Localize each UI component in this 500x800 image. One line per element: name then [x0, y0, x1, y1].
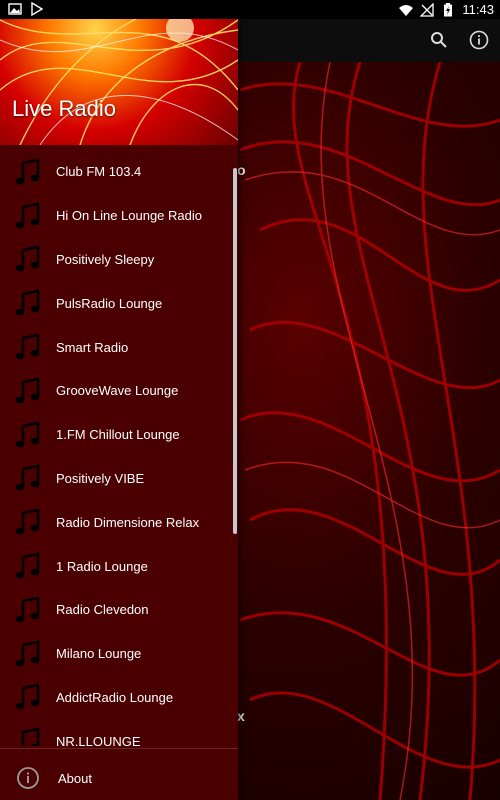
station-item[interactable]: Radio Clevedon: [0, 588, 238, 632]
station-item[interactable]: Positively Sleepy: [0, 238, 238, 282]
station-list[interactable]: Club FM 103.4 Hi On Line Lounge Radio Posi…: [0, 150, 238, 746]
music-note-icon: [14, 158, 42, 186]
station-item[interactable]: Smart Radio: [0, 325, 238, 369]
station-label: Smart Radio: [56, 339, 129, 355]
station-label: Milano Lounge: [56, 646, 142, 662]
music-note-icon: [14, 464, 42, 492]
station-label: Hi On Line Lounge Radio: [56, 208, 202, 224]
info-button[interactable]: [468, 29, 490, 51]
header-artwork: [0, 0, 238, 145]
image-icon: [8, 3, 22, 15]
music-note-icon: [14, 683, 42, 711]
music-note-icon: [14, 333, 42, 361]
music-note-icon: [14, 289, 42, 317]
search-button[interactable]: [428, 29, 450, 51]
music-note-icon: [14, 508, 42, 536]
station-label: GrooveWave Lounge: [56, 383, 179, 399]
navigation-drawer: Live Radio Club FM 103.4 Hi On Line Loung…: [0, 0, 238, 800]
station-item[interactable]: Radio Dimensione Relax: [0, 500, 238, 544]
drawer-divider: [0, 748, 238, 749]
signal-off-icon: [420, 2, 435, 17]
drawer-header: Live Radio: [0, 0, 238, 145]
music-note-icon: [14, 245, 42, 273]
station-label: Radio Clevedon: [56, 602, 149, 618]
station-item[interactable]: AddictRadio Lounge: [0, 676, 238, 720]
station-item[interactable]: Positively VIBE: [0, 457, 238, 501]
station-label: 1 Radio Lounge: [56, 558, 148, 574]
background-glyph-o: o: [237, 162, 246, 178]
station-label: 1.FM Chillout Lounge: [56, 427, 180, 443]
station-item[interactable]: Milano Lounge: [0, 632, 238, 676]
music-note-icon: [14, 377, 42, 405]
status-bar: 11:43: [0, 0, 500, 19]
play-store-icon: [31, 2, 44, 16]
about-menu-item[interactable]: About: [0, 756, 238, 800]
station-item[interactable]: Club FM 103.4: [0, 150, 238, 194]
station-list-scrollbar[interactable]: [233, 168, 237, 534]
status-time: 11:43: [462, 2, 494, 17]
station-item[interactable]: 1.FM Chillout Lounge: [0, 413, 238, 457]
music-note-icon: [14, 552, 42, 580]
station-label: Radio Dimensione Relax: [56, 514, 200, 530]
music-note-icon: [14, 727, 42, 746]
wifi-icon: [399, 4, 414, 16]
station-label: Positively VIBE: [56, 470, 145, 486]
station-label: NR.LLOUNGE: [56, 733, 141, 746]
music-note-icon: [14, 202, 42, 230]
music-note-icon: [14, 421, 42, 449]
search-icon: [431, 32, 447, 48]
background-glyph-x: x: [237, 708, 245, 724]
station-label: PulsRadio Lounge: [56, 295, 163, 311]
station-item[interactable]: 1 Radio Lounge: [0, 544, 238, 588]
station-item[interactable]: Hi On Line Lounge Radio: [0, 194, 238, 238]
music-note-icon: [14, 596, 42, 624]
station-item[interactable]: PulsRadio Lounge: [0, 281, 238, 325]
drawer-title: Live Radio: [12, 96, 116, 121]
info-icon: [469, 30, 489, 50]
station-label: AddictRadio Lounge: [56, 689, 174, 705]
station-label: Club FM 103.4: [56, 164, 142, 180]
station-label: Positively Sleepy: [56, 251, 155, 267]
battery-charging-icon: [444, 2, 453, 16]
about-label: About: [58, 770, 92, 786]
info-icon: [17, 767, 39, 789]
music-note-icon: [14, 640, 42, 668]
station-item[interactable]: GrooveWave Lounge: [0, 369, 238, 413]
station-item[interactable]: NR.LLOUNGE: [0, 719, 238, 746]
